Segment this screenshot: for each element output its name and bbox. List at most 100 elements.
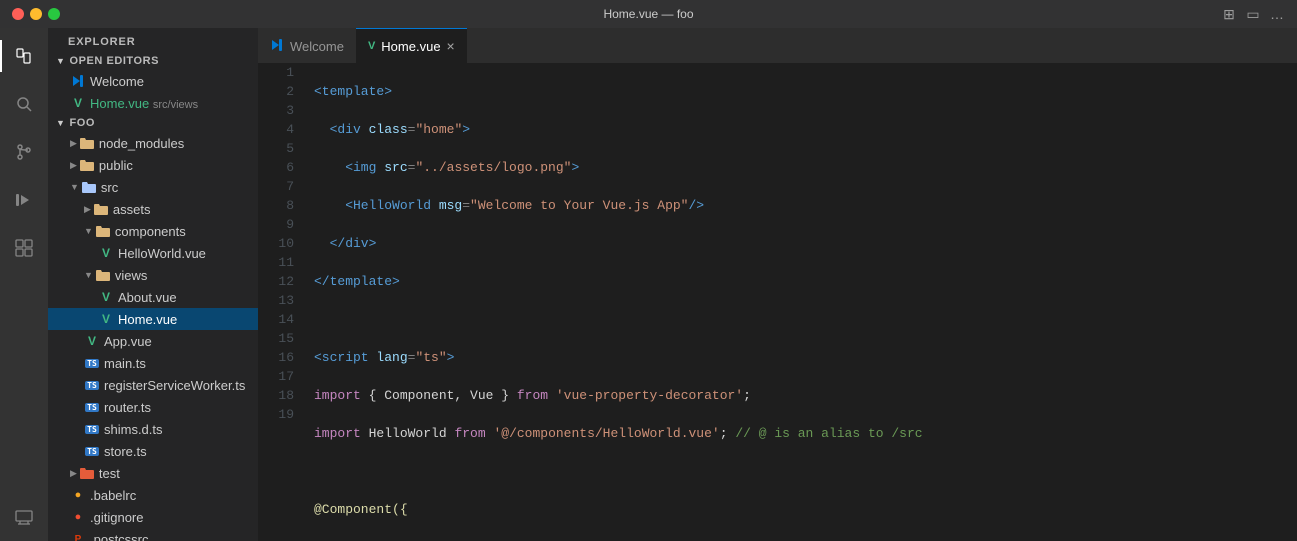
home-vue-tab-icon: V (368, 40, 375, 52)
ts-icon-4: TS (84, 421, 100, 437)
explorer-activity-icon[interactable] (0, 32, 48, 80)
traffic-lights (12, 8, 60, 20)
node-modules-label: node_modules (99, 136, 184, 151)
sidebar-item-test[interactable]: ▶ test (48, 462, 258, 484)
title-bar-actions: ⊞ ▭ … (1221, 6, 1285, 22)
window-title: Home.vue — foo (603, 7, 693, 21)
welcome-tab-icon (270, 38, 284, 55)
sidebar-item-assets[interactable]: ▶ assets (48, 198, 258, 220)
gitignore-icon: ● (70, 509, 86, 525)
sidebar-item-helloworld-vue[interactable]: V HelloWorld.vue (48, 242, 258, 264)
line-num-11: 11 (258, 253, 294, 272)
arrow-down: ▼ (84, 226, 93, 236)
home-vue-tab-text: Home.vue (381, 39, 440, 54)
main-ts-label: main.ts (104, 356, 146, 371)
sidebar-item-router-ts[interactable]: TS router.ts (48, 396, 258, 418)
sidebar-item-src[interactable]: ▼ src (48, 176, 258, 198)
line-num-17: 17 (258, 367, 294, 386)
ts-icon-5: TS (84, 443, 100, 459)
sidebar: EXPLORER ▼ OPEN EDITORS Welcome V Home.v… (48, 28, 258, 541)
search-activity-icon[interactable] (0, 80, 48, 128)
code-line-4: <HelloWorld msg="Welcome to Your Vue.js … (314, 196, 1297, 215)
line-num-14: 14 (258, 310, 294, 329)
views-label: views (115, 268, 148, 283)
sidebar-title: EXPLORER (48, 28, 258, 52)
assets-label: assets (113, 202, 151, 217)
debug-activity-icon[interactable] (0, 176, 48, 224)
register-sw-label: registerServiceWorker.ts (104, 378, 245, 393)
sidebar-item-components[interactable]: ▼ components (48, 220, 258, 242)
home-vue-open-label: Home.vue src/views (90, 96, 198, 111)
sidebar-item-store-ts[interactable]: TS store.ts (48, 440, 258, 462)
close-button[interactable] (12, 8, 24, 20)
arrow-down: ▼ (84, 270, 93, 280)
line-num-4: 4 (258, 120, 294, 139)
minimize-button[interactable] (30, 8, 42, 20)
postcssrc-label: .postcssrc (90, 532, 149, 541)
sidebar-item-about-vue[interactable]: V About.vue (48, 286, 258, 308)
remote-activity-icon[interactable] (0, 493, 48, 541)
line-num-10: 10 (258, 234, 294, 253)
app-vue-label: App.vue (104, 334, 152, 349)
code-line-5: </div> (314, 234, 1297, 253)
welcome-tab-label: Welcome (90, 74, 144, 89)
line-num-5: 5 (258, 139, 294, 158)
sidebar-item-public[interactable]: ▶ public (48, 154, 258, 176)
about-vue-icon: V (98, 289, 114, 305)
tab-welcome[interactable]: Welcome (258, 28, 356, 63)
ts-icon: TS (84, 355, 100, 371)
code-content[interactable]: <template> <div class="home"> <img src="… (306, 63, 1297, 541)
about-vue-label: About.vue (118, 290, 177, 305)
foo-section-header[interactable]: ▼ FOO (48, 114, 258, 132)
src-label: src (101, 180, 118, 195)
maximize-button[interactable] (48, 8, 60, 20)
split-editor-icon[interactable]: ⊞ (1221, 6, 1237, 22)
line-num-9: 9 (258, 215, 294, 234)
helloworld-vue-icon: V (98, 245, 114, 261)
code-line-6: </template> (314, 272, 1297, 291)
line-num-2: 2 (258, 82, 294, 101)
sidebar-item-app-vue[interactable]: V App.vue (48, 330, 258, 352)
git-activity-icon[interactable] (0, 128, 48, 176)
sidebar-item-home-vue[interactable]: V Home.vue (48, 308, 258, 330)
line-num-19: 19 (258, 405, 294, 424)
home-vue-label: Home.vue (118, 312, 177, 327)
sidebar-item-gitignore[interactable]: ● .gitignore (48, 506, 258, 528)
open-editor-home-vue[interactable]: V Home.vue src/views (48, 92, 258, 114)
sidebar-item-shims-ts[interactable]: TS shims.d.ts (48, 418, 258, 440)
more-actions-icon[interactable]: … (1269, 6, 1285, 22)
line-num-6: 6 (258, 158, 294, 177)
code-line-12: @Component({ (314, 500, 1297, 519)
router-ts-label: router.ts (104, 400, 151, 415)
editor-area: Welcome V Home.vue × 1 2 3 4 5 6 7 8 9 1… (258, 28, 1297, 541)
gitignore-label: .gitignore (90, 510, 143, 525)
code-line-10: import HelloWorld from '@/components/Hel… (314, 424, 1297, 443)
tab-home-vue[interactable]: V Home.vue × (356, 28, 467, 63)
extensions-activity-icon[interactable] (0, 224, 48, 272)
code-line-1: <template> (314, 82, 1297, 101)
title-bar: Home.vue — foo ⊞ ▭ … (0, 0, 1297, 28)
toggle-panel-icon[interactable]: ▭ (1245, 6, 1261, 22)
code-line-7 (314, 310, 1297, 329)
tab-close-button[interactable]: × (447, 39, 455, 53)
vscode-icon (70, 73, 86, 89)
sidebar-item-node-modules[interactable]: ▶ node_modules (48, 132, 258, 154)
components-label: components (115, 224, 186, 239)
open-editors-section-header[interactable]: ▼ OPEN EDITORS (48, 52, 258, 70)
sidebar-item-views[interactable]: ▼ views (48, 264, 258, 286)
open-editors-arrow: ▼ (56, 56, 65, 66)
babelrc-label: .babelrc (90, 488, 136, 503)
line-num-16: 16 (258, 348, 294, 367)
sidebar-item-postcssrc[interactable]: P .postcssrc (48, 528, 258, 541)
shims-ts-label: shims.d.ts (104, 422, 163, 437)
sidebar-item-babelrc[interactable]: ● .babelrc (48, 484, 258, 506)
code-line-2: <div class="home"> (314, 120, 1297, 139)
arrow-down: ▼ (70, 182, 79, 192)
folder-src-icon (81, 179, 97, 195)
sidebar-item-main-ts[interactable]: TS main.ts (48, 352, 258, 374)
tabs-bar: Welcome V Home.vue × (258, 28, 1297, 63)
sidebar-item-register-sw[interactable]: TS registerServiceWorker.ts (48, 374, 258, 396)
open-editor-welcome[interactable]: Welcome (48, 70, 258, 92)
line-numbers: 1 2 3 4 5 6 7 8 9 10 11 12 13 14 15 16 1… (258, 63, 306, 541)
open-editors-label: OPEN EDITORS (69, 55, 159, 67)
